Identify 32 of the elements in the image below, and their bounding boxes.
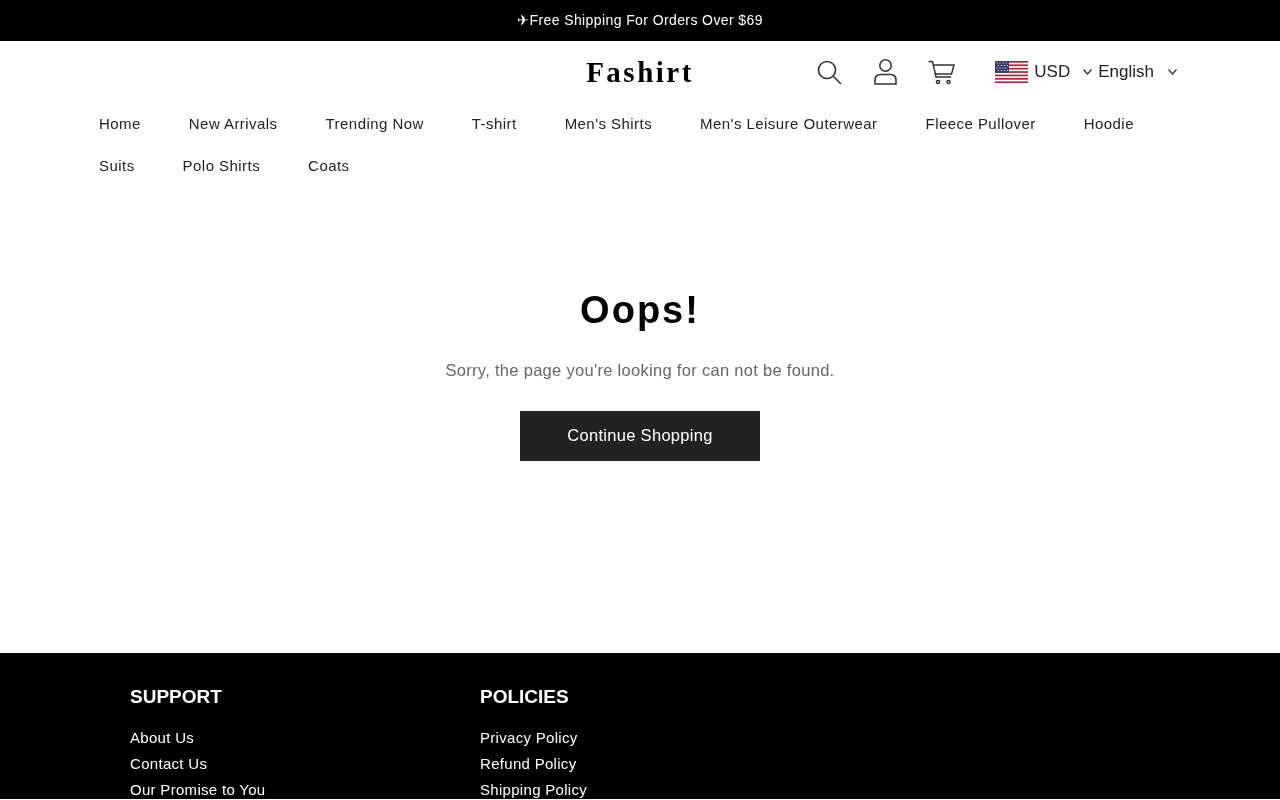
nav-link[interactable]: T-shirt: [471, 103, 517, 145]
footer-link[interactable]: Contact Us: [130, 755, 208, 773]
footer-link[interactable]: Refund Policy: [480, 755, 577, 773]
announcement-text: ✈Free Shipping For Orders Over $69: [517, 11, 763, 30]
nav-link[interactable]: Hoodie: [1083, 103, 1134, 145]
nav-link[interactable]: Polo Shirts: [182, 145, 261, 187]
nav-link[interactable]: Coats: [308, 145, 350, 187]
nav-link[interactable]: Trending Now: [325, 103, 424, 145]
footer-link[interactable]: Privacy Policy: [480, 729, 578, 747]
chevron-down-icon: [1083, 69, 1093, 75]
nav-link[interactable]: Fleece Pullover: [925, 103, 1036, 145]
user-icon[interactable]: [874, 59, 898, 85]
currency-selector[interactable]: USD: [995, 59, 1093, 85]
footer-link[interactable]: Shipping Policy: [480, 781, 588, 799]
nav-link[interactable]: Men's Leisure Outerwear: [700, 103, 878, 145]
nav-link[interactable]: New Arrivals: [188, 103, 278, 145]
nav-link[interactable]: Men's Shirts: [564, 103, 653, 145]
logo[interactable]: Fashirt: [586, 57, 694, 87]
footer-link[interactable]: About Us: [130, 729, 195, 747]
search-icon[interactable]: [817, 59, 843, 85]
footer-link[interactable]: Our Promise to You: [130, 781, 266, 799]
nav-link[interactable]: Home: [99, 103, 141, 145]
footer-heading: SUPPORT: [130, 685, 222, 709]
error-message: Sorry, the page you're looking for can not be found.: [445, 360, 835, 381]
nav-link[interactable]: Suits: [99, 145, 135, 187]
continue-shopping-button[interactable]: Continue Shopping: [520, 410, 760, 461]
footer-heading: POLICIES: [480, 685, 569, 709]
error-title: Oops!: [580, 288, 700, 333]
us-flag-icon: [995, 61, 1029, 83]
cart-icon[interactable]: [928, 59, 956, 85]
chevron-down-icon: [1168, 69, 1177, 75]
language-selector[interactable]: English: [1098, 59, 1177, 85]
